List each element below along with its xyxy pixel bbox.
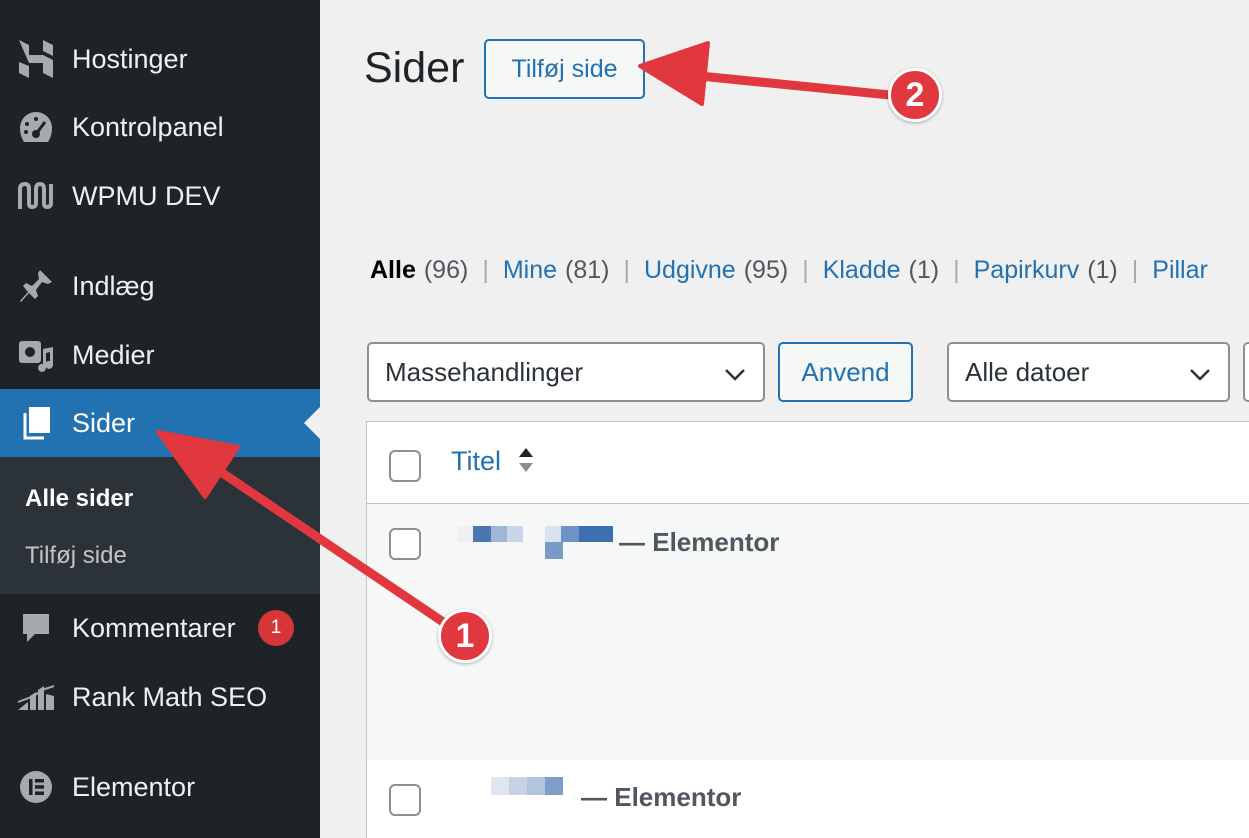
sidebar-item-wpmudev[interactable]: WPMU DEV xyxy=(0,162,320,230)
row-checkbox[interactable] xyxy=(389,784,421,816)
submenu-item-alle-sider[interactable]: Alle sider xyxy=(25,485,133,513)
sidebar-item-label: Kontrolpanel xyxy=(72,111,224,142)
sidebar-item-label: WPMU DEV xyxy=(72,180,221,211)
media-icon xyxy=(16,335,56,375)
sidebar-item-sider[interactable]: Sider xyxy=(0,389,320,457)
filter-separator: | xyxy=(482,256,489,284)
category-filter-select[interactable] xyxy=(1243,342,1249,402)
sidebar-item-indlaeg[interactable]: Indlæg xyxy=(0,252,320,320)
filter-count: (96) xyxy=(423,256,469,284)
hostinger-logo-icon xyxy=(16,39,56,79)
filter-mine[interactable]: Mine xyxy=(503,256,557,285)
filter-separator: | xyxy=(802,256,809,284)
submenu-item-tilfoej-side[interactable]: Tilføj side xyxy=(25,542,127,570)
filter-count: (95) xyxy=(743,256,789,284)
dashboard-gauge-icon xyxy=(16,107,56,147)
table-row: — Elementor xyxy=(367,760,1249,838)
row-title-suffix: — Elementor xyxy=(581,782,742,812)
comment-count-badge: 1 xyxy=(258,610,294,646)
sidebar-item-medier[interactable]: Medier xyxy=(0,321,320,389)
sidebar-item-label: Rank Math SEO xyxy=(72,681,268,712)
filter-separator: | xyxy=(623,256,630,284)
page-title: Sider xyxy=(364,44,465,92)
filter-kladde[interactable]: Kladde xyxy=(823,256,901,285)
rankmath-chart-icon xyxy=(16,677,56,717)
filter-separator: | xyxy=(1131,256,1139,284)
filter-alle[interactable]: Alle xyxy=(370,256,416,285)
filter-count: (81) xyxy=(565,256,610,284)
elementor-logo-icon xyxy=(16,767,56,807)
column-title-sort-link[interactable]: Titel xyxy=(451,446,501,477)
bulk-actions-select[interactable]: Massehandlinger xyxy=(367,342,765,402)
annotation-arrow-2 xyxy=(638,41,905,106)
row-checkbox[interactable] xyxy=(389,528,421,560)
sort-arrows-icon[interactable] xyxy=(517,444,535,476)
bulk-actions-value: Massehandlinger xyxy=(385,356,584,387)
sidebar-item-label: Medier xyxy=(72,339,155,370)
comment-bubble-icon xyxy=(16,608,56,648)
sidebar-item-hostinger[interactable]: Hostinger xyxy=(0,25,320,93)
filter-count: (1) xyxy=(908,256,940,284)
table-row: — Elementor xyxy=(367,504,1249,760)
sidebar-item-label: Hostinger xyxy=(72,43,188,74)
date-filter-value: Alle datoer xyxy=(965,356,1090,387)
sidebar-submenu-sider: Alle sider Tilføj side xyxy=(0,457,320,594)
chevron-down-icon xyxy=(725,369,745,381)
pages-table: Titel — Elementor — Elementor xyxy=(366,421,1249,838)
date-filter-select[interactable]: Alle datoer xyxy=(947,342,1230,402)
chevron-down-icon xyxy=(1190,369,1210,381)
sidebar-item-rank-math-seo[interactable]: Rank Math SEO xyxy=(0,663,320,731)
filter-pillar[interactable]: Pillar xyxy=(1152,256,1208,285)
sidebar-item-kontrolpanel[interactable]: Kontrolpanel xyxy=(0,93,320,161)
pushpin-icon xyxy=(16,266,56,306)
sidebar-item-label: Elementor xyxy=(72,771,196,802)
sidebar-item-elementor[interactable]: Elementor xyxy=(0,753,320,821)
filter-count: (1) xyxy=(1087,256,1118,284)
filter-separator: | xyxy=(953,256,960,284)
sidebar-item-label: Kommentarer xyxy=(72,612,236,643)
apply-button[interactable]: Anvend xyxy=(778,342,913,402)
sidebar-item-label: Indlæg xyxy=(72,270,155,301)
select-all-checkbox[interactable] xyxy=(389,450,421,482)
filter-udgivne[interactable]: Udgivne xyxy=(644,256,736,285)
sidebar-item-label: Sider xyxy=(72,407,136,438)
wpmudev-logo-icon xyxy=(16,176,56,216)
status-filter-links: Alle (96) | Mine (81) | Udgivne (95) | K… xyxy=(370,256,1208,285)
annotation-marker-1: 1 xyxy=(438,609,492,663)
add-page-button[interactable]: Tilføj side xyxy=(484,39,645,99)
sidebar-item-kommentarer[interactable]: Kommentarer 1 xyxy=(0,594,320,662)
pages-icon xyxy=(16,403,56,443)
annotation-marker-2: 2 xyxy=(888,68,942,122)
table-header: Titel xyxy=(367,422,1249,504)
row-title-suffix: — Elementor xyxy=(619,527,780,557)
filter-papirkurv[interactable]: Papirkurv xyxy=(974,256,1080,285)
admin-sidebar: Hostinger Kontrolpanel WPMU DEV Indlæg M… xyxy=(0,0,320,838)
